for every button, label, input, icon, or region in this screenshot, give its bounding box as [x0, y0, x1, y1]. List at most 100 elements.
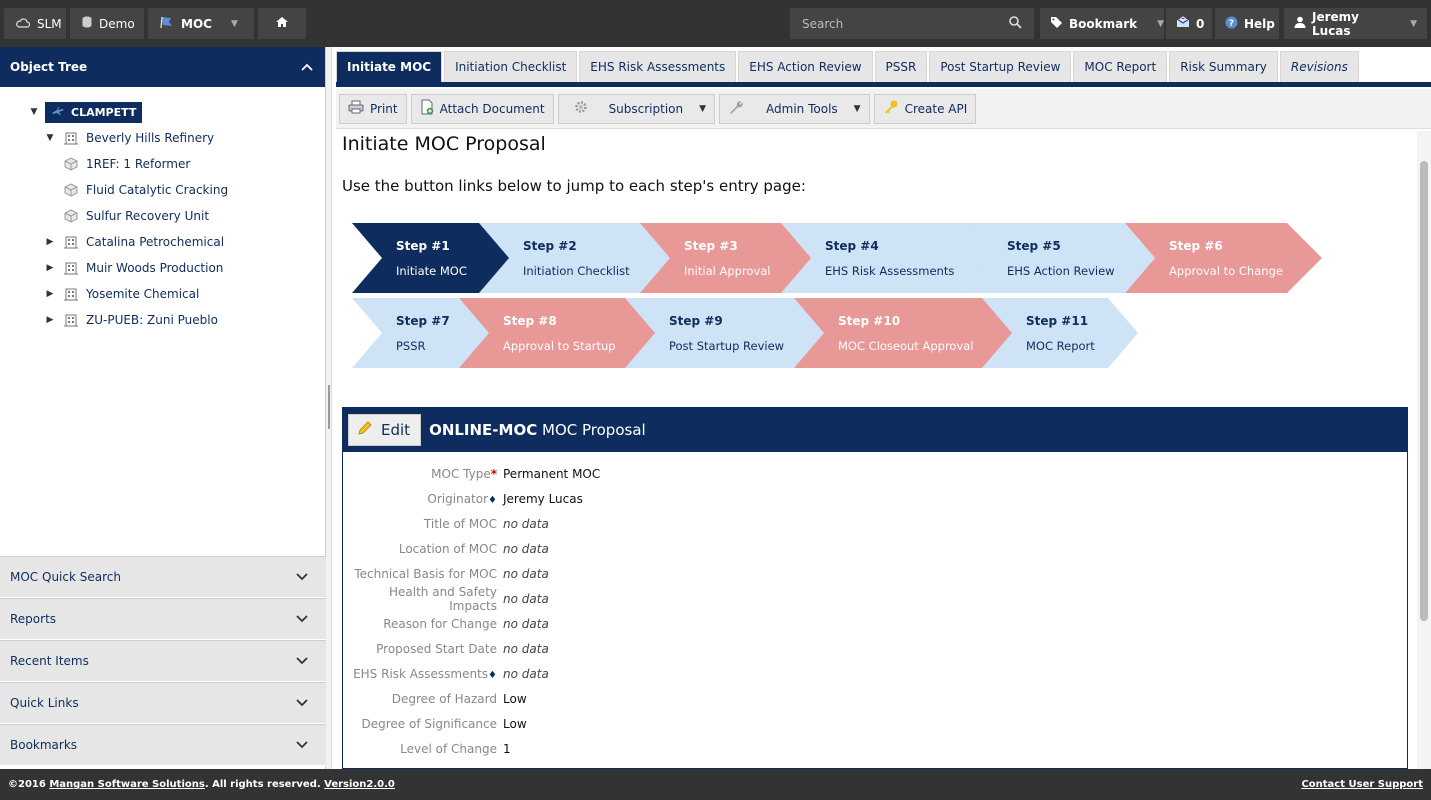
- tree-node-label: Catalina Petrochemical: [86, 235, 225, 249]
- contact-support-link[interactable]: Contact User Support: [1301, 779, 1423, 790]
- accordion-label: Quick Links: [10, 696, 79, 710]
- attach-document-label: Attach Document: [439, 101, 545, 116]
- tree-root-chip[interactable]: CLAMPETT: [45, 101, 143, 123]
- bookmark-button[interactable]: Bookmark ▼: [1040, 8, 1164, 39]
- search-input[interactable]: Search: [790, 8, 1034, 39]
- step-label: Initiation Checklist: [523, 264, 630, 278]
- expand-right-icon[interactable]: ▶: [44, 263, 56, 273]
- tree-node[interactable]: Sulfur Recovery Unit: [0, 203, 325, 229]
- caret-down-icon: ▼: [853, 103, 861, 114]
- tree-node[interactable]: ▶ Muir Woods Production: [0, 255, 325, 281]
- field-row: Technical Basis for MOC no data: [343, 561, 1407, 586]
- tree-node-root[interactable]: ▼ CLAMPETT: [0, 99, 325, 125]
- chevron-up-icon[interactable]: [301, 60, 313, 74]
- inbox-button[interactable]: 0: [1166, 8, 1212, 39]
- tab-bar: Initiate MOC Initiation Checklist EHS Ri…: [336, 51, 1359, 82]
- help-label: Help: [1244, 16, 1275, 31]
- help-button[interactable]: ? Help: [1215, 8, 1279, 39]
- accordion-reports[interactable]: Reports: [0, 598, 326, 640]
- tab-post-startup-review[interactable]: Post Startup Review: [929, 51, 1072, 82]
- step-button-4[interactable]: Step #4 EHS Risk Assessments: [781, 223, 993, 293]
- chevron-down-icon[interactable]: [296, 696, 308, 710]
- tab-revisions[interactable]: Revisions: [1279, 51, 1359, 82]
- tree-node[interactable]: Fluid Catalytic Cracking: [0, 177, 325, 203]
- accordion-quick-links[interactable]: Quick Links: [0, 682, 326, 724]
- database-icon: [82, 16, 92, 31]
- step-number: Step #8: [503, 314, 557, 328]
- user-menu[interactable]: Jeremy Lucas ▼: [1284, 8, 1427, 39]
- step-arrow-shape: [794, 298, 1014, 368]
- field-label: Degree of Hazard: [391, 691, 497, 706]
- expand-right-icon[interactable]: ▶: [44, 237, 56, 247]
- field-row: Reason for Change no data: [343, 611, 1407, 636]
- tree-node[interactable]: ▼ Beverly Hills Refinery: [0, 125, 325, 151]
- step-number: Step #5: [1007, 239, 1061, 253]
- field-value: no data: [503, 591, 549, 606]
- step-number: Step #1: [396, 239, 450, 253]
- tab-risk-summary[interactable]: Risk Summary: [1169, 51, 1278, 82]
- tree-node[interactable]: ▶ Catalina Petrochemical: [0, 229, 325, 255]
- tree-node[interactable]: 1REF: 1 Reformer: [0, 151, 325, 177]
- create-api-button[interactable]: Create API: [873, 93, 977, 124]
- edit-button[interactable]: Edit: [348, 414, 422, 446]
- expand-right-icon[interactable]: ▶: [44, 315, 56, 325]
- vertical-scrollbar[interactable]: [1417, 131, 1431, 769]
- tab-initiation-checklist[interactable]: Initiation Checklist: [444, 51, 578, 82]
- print-button[interactable]: Print: [339, 93, 407, 124]
- step-number: Step #3: [684, 239, 738, 253]
- help-icon: ?: [1225, 16, 1238, 32]
- field-row: EHS Risk Assessments♦ no data: [343, 661, 1407, 686]
- svg-text:?: ?: [1229, 19, 1234, 29]
- accordion-moc-quick-search[interactable]: MOC Quick Search: [0, 556, 326, 598]
- step-button-6[interactable]: Step #6 Approval to Change: [1125, 223, 1322, 293]
- tab-moc-report[interactable]: MOC Report: [1073, 51, 1168, 82]
- expand-right-icon[interactable]: ▶: [44, 289, 56, 299]
- field-value: no data: [503, 666, 549, 681]
- admin-tools-button[interactable]: Admin Tools ▼: [719, 93, 870, 124]
- expand-down-icon[interactable]: ▼: [28, 107, 40, 117]
- chevron-down-icon[interactable]: [296, 612, 308, 626]
- demo-button[interactable]: Demo: [70, 8, 144, 39]
- slm-button[interactable]: SLM: [4, 8, 66, 39]
- moc-button[interactable]: MOC ▼: [148, 8, 254, 39]
- step-button-11[interactable]: Step #11 MOC Report: [982, 298, 1138, 368]
- scrollbar-thumb[interactable]: [1420, 161, 1428, 621]
- splitter-grip[interactable]: [328, 385, 330, 429]
- building-icon: [64, 261, 78, 275]
- required-marker: *: [490, 466, 497, 481]
- company-link[interactable]: Mangan Software Solutions: [49, 779, 204, 790]
- field-value: no data: [503, 566, 549, 581]
- step-button-10[interactable]: Step #10 MOC Closeout Approval: [794, 298, 1014, 368]
- search-icon[interactable]: [1009, 15, 1022, 32]
- home-icon: [275, 16, 289, 31]
- chevron-down-icon[interactable]: [296, 738, 308, 752]
- step-number: Step #10: [838, 314, 901, 328]
- tab-ehs-action-review[interactable]: EHS Action Review: [738, 51, 873, 82]
- caret-down-icon: ▼: [1157, 18, 1165, 29]
- chevron-down-icon[interactable]: [296, 654, 308, 668]
- footer: ©2016 Mangan Software Solutions. All rig…: [0, 769, 1431, 800]
- field-row: Location of MOC no data: [343, 536, 1407, 561]
- accordion-recent-items[interactable]: Recent Items: [0, 640, 326, 682]
- tab-initiate-moc[interactable]: Initiate MOC: [336, 51, 443, 82]
- attach-document-button[interactable]: Attach Document: [410, 93, 554, 124]
- tree-node-label: Yosemite Chemical: [86, 287, 200, 301]
- key-icon: [883, 100, 899, 117]
- field-row: Health and Safety Impacts no data: [343, 585, 1407, 613]
- home-button[interactable]: [258, 8, 306, 39]
- tree-node[interactable]: ▶ Yosemite Chemical: [0, 281, 325, 307]
- tab-pssr[interactable]: PSSR: [874, 51, 928, 82]
- attach-document-icon: [420, 99, 434, 118]
- step-number: Step #9: [669, 314, 723, 328]
- tree-node[interactable]: ▶ ZU-PUEB: Zuni Pueblo: [0, 307, 325, 333]
- step-label: MOC Closeout Approval: [838, 339, 974, 353]
- chevron-down-icon[interactable]: [296, 570, 308, 584]
- expand-down-icon[interactable]: ▼: [44, 133, 56, 143]
- panel-title-text: MOC Proposal: [542, 421, 646, 439]
- object-tree-header[interactable]: Object Tree: [0, 47, 325, 87]
- accordion-label: MOC Quick Search: [10, 570, 121, 584]
- version-link[interactable]: Version2.0.0: [324, 779, 395, 790]
- tab-ehs-risk-assessments[interactable]: EHS Risk Assessments: [579, 51, 737, 82]
- accordion-bookmarks[interactable]: Bookmarks: [0, 724, 326, 766]
- subscription-button[interactable]: Subscription ▼: [557, 93, 716, 124]
